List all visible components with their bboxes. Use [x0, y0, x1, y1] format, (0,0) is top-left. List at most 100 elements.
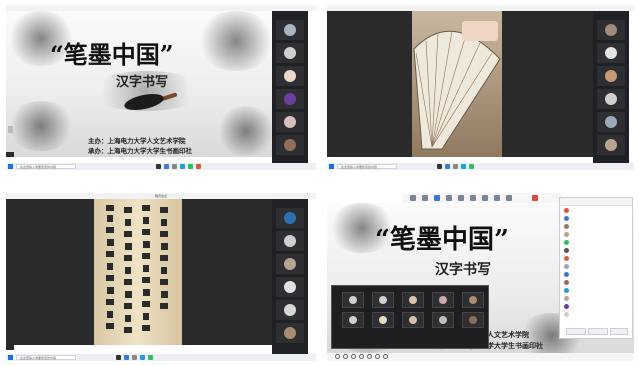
participant-tile[interactable] [276, 66, 304, 86]
list-item[interactable] [564, 303, 628, 309]
participant-tile[interactable] [597, 135, 625, 155]
app-icon[interactable] [148, 355, 153, 360]
taskbar: 在这里输入你要搜索的内容 [327, 163, 634, 170]
taskbar-search-input[interactable]: 在这里输入你要搜索的内容 [16, 164, 76, 169]
video-tile[interactable] [402, 312, 424, 328]
app-icon[interactable] [116, 355, 121, 360]
slide-subtitle: 汉字书写 [116, 75, 169, 90]
screenshot-quad-3: 腾讯会议 在这里输入你要搜索的内容 [6, 193, 316, 361]
video-tile[interactable] [342, 312, 364, 328]
more-button[interactable] [610, 328, 628, 335]
chat-icon[interactable] [470, 195, 476, 201]
participant-tile[interactable] [276, 135, 304, 155]
participant-tile[interactable] [276, 231, 304, 251]
list-item[interactable] [564, 279, 628, 285]
apps-icon[interactable] [494, 195, 500, 201]
video-tile[interactable] [372, 292, 394, 308]
participant-tile[interactable] [276, 89, 304, 109]
list-item[interactable] [564, 271, 628, 277]
app-icon[interactable] [469, 164, 474, 169]
mute-all-button[interactable] [566, 328, 586, 335]
app-icon[interactable] [461, 164, 466, 169]
app-icon[interactable] [132, 355, 137, 360]
participant-tile[interactable] [276, 20, 304, 40]
app-icon[interactable] [164, 164, 169, 169]
list-item[interactable] [564, 207, 628, 213]
list-item[interactable] [564, 231, 628, 237]
list-item[interactable] [564, 239, 628, 245]
list-item[interactable] [564, 295, 628, 301]
app-icon[interactable] [188, 164, 193, 169]
video-tile[interactable] [372, 312, 394, 328]
organizer-line: 承办：上海电力大学大学生书画印社 [88, 147, 192, 155]
prev-slide-button[interactable] [8, 126, 13, 133]
participant-tile[interactable] [276, 277, 304, 297]
control-icon[interactable] [351, 354, 356, 359]
participants-icon[interactable] [458, 195, 464, 201]
security-icon[interactable] [446, 195, 452, 201]
list-item[interactable] [564, 215, 628, 221]
participant-tile[interactable] [276, 300, 304, 320]
participant-sidebar [272, 11, 308, 163]
control-icon[interactable] [343, 354, 348, 359]
taskbar-search-input[interactable]: 在这里输入你要搜索的内容 [16, 355, 76, 360]
list-item[interactable] [564, 287, 628, 293]
slide-title: “笔墨中国” [50, 40, 174, 69]
list-item[interactable] [564, 247, 628, 253]
windows-start-icon[interactable] [8, 164, 13, 169]
share-screen-icon[interactable] [434, 195, 440, 201]
sidebar-header [272, 11, 308, 17]
windows-start-icon[interactable] [329, 164, 334, 169]
shared-slide: “笔墨中国” 汉字书写 主办：上海电力大学人文艺术学院 承办：上海电力大学大学生… [6, 11, 276, 157]
app-icon[interactable] [437, 164, 442, 169]
list-item[interactable] [564, 223, 628, 229]
participant-tile[interactable] [276, 254, 304, 274]
mute-icon[interactable] [410, 195, 416, 201]
taskbar: 在这里输入你要搜索的内容 [6, 354, 316, 361]
participant-tile[interactable] [276, 208, 304, 228]
control-icon[interactable] [359, 354, 364, 359]
screenshot-quad-1: “笔墨中国” 汉字书写 主办：上海电力大学人文艺术学院 承办：上海电力大学大学生… [6, 5, 316, 170]
control-icon[interactable] [367, 354, 372, 359]
participant-tile[interactable] [597, 112, 625, 132]
list-item[interactable] [564, 311, 628, 317]
participant-tile[interactable] [597, 89, 625, 109]
app-icon[interactable] [156, 164, 161, 169]
app-icon[interactable] [196, 164, 201, 169]
video-tile[interactable] [432, 312, 454, 328]
video-icon[interactable] [422, 195, 428, 201]
control-icon[interactable] [335, 354, 340, 359]
video-area [327, 11, 593, 157]
app-icon[interactable] [172, 164, 177, 169]
app-icon[interactable] [180, 164, 185, 169]
panel-header [560, 198, 632, 206]
video-tile[interactable] [342, 292, 364, 308]
video-tile[interactable] [462, 312, 484, 328]
app-icon[interactable] [445, 164, 450, 169]
participant-tile[interactable] [276, 43, 304, 63]
app-icon[interactable] [124, 355, 129, 360]
settings-icon[interactable] [506, 195, 512, 201]
control-icon[interactable] [375, 354, 380, 359]
app-icon[interactable] [453, 164, 458, 169]
list-item[interactable] [564, 263, 628, 269]
folding-fan-image [413, 21, 501, 150]
windows-start-icon[interactable] [8, 355, 13, 360]
app-icon[interactable] [140, 355, 145, 360]
control-icon[interactable] [383, 354, 388, 359]
list-item[interactable] [564, 255, 628, 261]
meeting-status-bar [6, 152, 14, 157]
bottom-controls [327, 353, 634, 361]
video-tile[interactable] [462, 292, 484, 308]
participant-tile[interactable] [597, 20, 625, 40]
participant-tile[interactable] [597, 66, 625, 86]
invite-button[interactable] [588, 328, 608, 335]
participant-tile[interactable] [276, 112, 304, 132]
participant-tile[interactable] [597, 43, 625, 63]
video-tile[interactable] [402, 292, 424, 308]
end-meeting-icon[interactable] [532, 195, 538, 201]
record-icon[interactable] [482, 195, 488, 201]
video-tile[interactable] [432, 292, 454, 308]
participant-tile[interactable] [276, 323, 304, 343]
taskbar-search-input[interactable]: 在这里输入你要搜索的内容 [337, 164, 397, 169]
